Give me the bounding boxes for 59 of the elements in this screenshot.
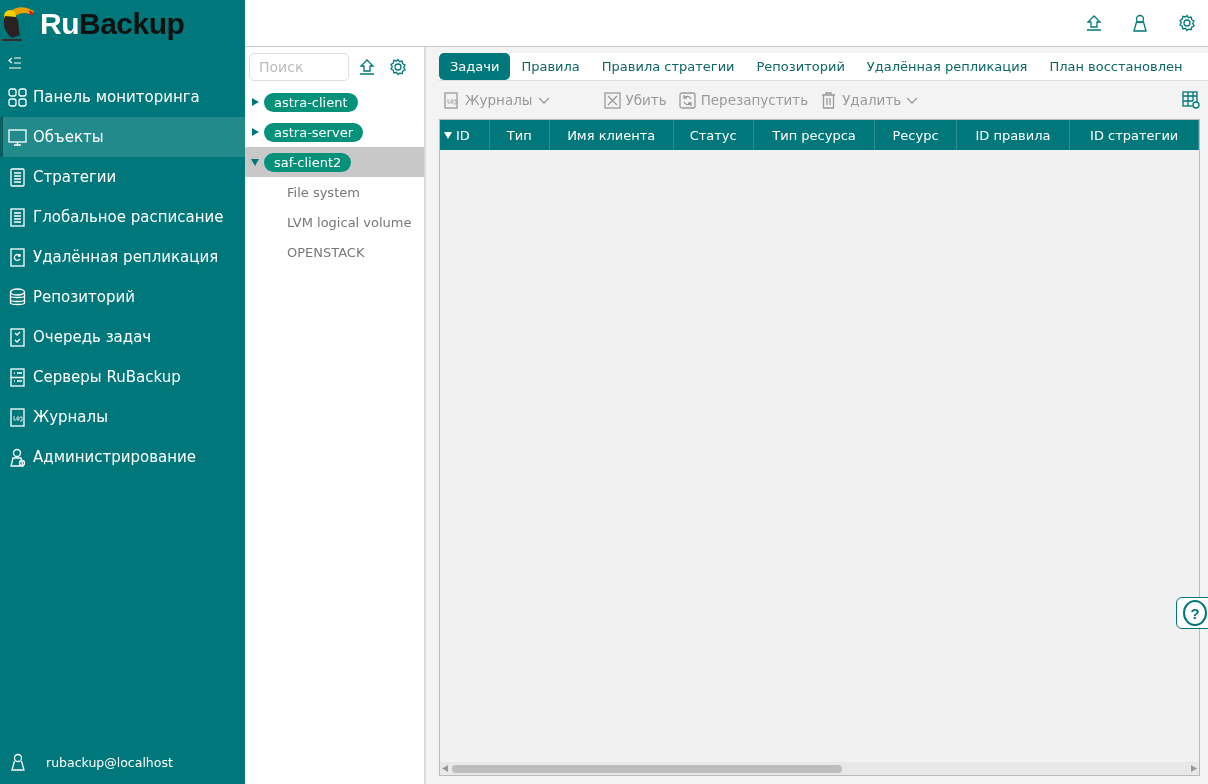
tree-item[interactable]: LVM logical volume bbox=[245, 207, 424, 237]
sidebar-item[interactable]: Удалённая репликация bbox=[0, 237, 245, 277]
user-icon bbox=[10, 753, 26, 771]
client-chip[interactable]: astra-server bbox=[264, 122, 363, 142]
document-icon bbox=[8, 167, 27, 187]
user-name: rubackup@localhost bbox=[46, 754, 173, 770]
checklist-icon bbox=[8, 327, 27, 347]
trash-icon bbox=[820, 91, 838, 109]
log-icon bbox=[8, 407, 27, 427]
server-list-icon bbox=[8, 367, 27, 387]
expand-icon[interactable] bbox=[250, 98, 260, 106]
logo-text: RuBackup bbox=[40, 6, 185, 41]
table-settings-icon[interactable] bbox=[1182, 91, 1200, 109]
collapse-icon[interactable] bbox=[250, 158, 260, 166]
dashboard-icon bbox=[8, 87, 27, 107]
settings-icon[interactable] bbox=[389, 58, 407, 76]
column-header[interactable]: Статус bbox=[673, 120, 754, 150]
tab[interactable]: Правила стратегии bbox=[590, 53, 746, 80]
sidebar-item[interactable]: Панель мониторинга bbox=[0, 77, 245, 117]
sidebar-item[interactable]: Стратегии bbox=[0, 157, 245, 197]
sidebar-item[interactable]: Очередь задач bbox=[0, 317, 245, 357]
expand-icon[interactable] bbox=[250, 128, 260, 136]
user-settings-icon bbox=[8, 447, 27, 467]
close-box-icon bbox=[603, 91, 621, 109]
log-icon bbox=[443, 91, 460, 109]
column-header[interactable]: ID стратегии bbox=[1070, 120, 1199, 150]
sidebar-item[interactable]: Глобальное расписание bbox=[0, 197, 245, 237]
document-icon bbox=[8, 207, 27, 227]
client-chip[interactable]: astra-client bbox=[264, 92, 358, 112]
tree-item[interactable]: File system bbox=[245, 177, 424, 207]
sidebar-item[interactable]: Журналы bbox=[0, 397, 245, 437]
monitor-icon bbox=[8, 127, 27, 147]
column-header[interactable]: Ресурс bbox=[875, 120, 957, 150]
tab[interactable]: Правила bbox=[510, 53, 591, 80]
sidebar-item[interactable]: Объекты bbox=[0, 117, 245, 157]
tab[interactable]: Репозиторий bbox=[745, 53, 856, 80]
database-icon bbox=[8, 287, 27, 307]
sidebar-item[interactable]: Администрирование bbox=[0, 437, 245, 477]
upload-icon[interactable] bbox=[1086, 14, 1102, 32]
column-header[interactable]: ID bbox=[440, 120, 490, 150]
client-chip[interactable]: saf-client2 bbox=[264, 152, 352, 172]
column-header[interactable]: Тип ресурса bbox=[753, 120, 876, 150]
settings-icon[interactable] bbox=[1178, 14, 1196, 32]
upload-icon[interactable] bbox=[359, 58, 375, 76]
refresh-icon bbox=[8, 247, 27, 267]
tab[interactable]: Задачи bbox=[439, 53, 511, 80]
column-header[interactable]: Тип bbox=[489, 120, 550, 150]
collapse-menu-icon[interactable] bbox=[8, 57, 22, 69]
restart-icon bbox=[678, 91, 696, 109]
search-field[interactable]: Поиск bbox=[249, 53, 349, 81]
column-header[interactable]: ID правила bbox=[956, 120, 1071, 150]
help-button[interactable]: ? bbox=[1176, 597, 1208, 629]
user-icon[interactable] bbox=[1132, 14, 1148, 32]
tree-item[interactable]: OPENSTACK bbox=[245, 237, 424, 267]
sidebar-item[interactable]: Репозиторий bbox=[0, 277, 245, 317]
tab[interactable]: Удалённая репликация bbox=[855, 53, 1039, 80]
column-header[interactable]: Имя клиента bbox=[549, 120, 674, 150]
tab[interactable]: План восстановлен bbox=[1038, 53, 1194, 80]
sidebar-item[interactable]: Серверы RuBackup bbox=[0, 357, 245, 397]
